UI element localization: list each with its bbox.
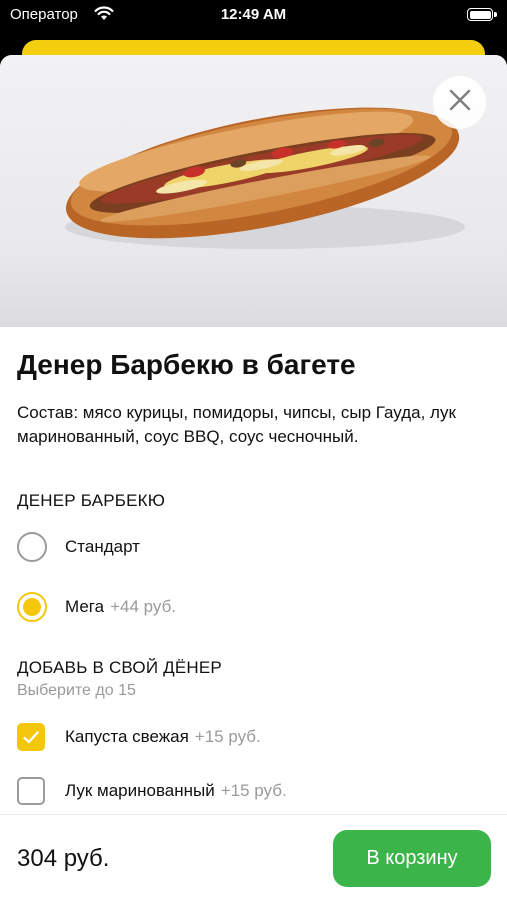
size-option-standard[interactable]: Стандарт	[17, 531, 140, 563]
addons-section-subtitle: Выберите до 15	[17, 682, 136, 699]
battery-icon	[467, 8, 497, 21]
option-label: Стандарт	[65, 537, 140, 556]
option-price: +15 руб.	[194, 727, 261, 746]
addons-section-title: ДОБАВЬ В СВОЙ ДЁНЕР	[17, 658, 222, 677]
radio-button-selected[interactable]	[17, 592, 47, 622]
addon-option-onion[interactable]: Лук маринованный +15 руб.	[17, 775, 287, 807]
total-price: 304 руб.	[17, 845, 110, 872]
option-price: +44 руб.	[110, 597, 177, 616]
product-sheet: Денер Барбекю в багете Состав: мясо кури…	[0, 55, 507, 900]
option-label: Капуста свежая	[65, 727, 189, 746]
close-button[interactable]	[433, 76, 486, 129]
option-price: +15 руб.	[220, 781, 287, 800]
checkmark-icon	[23, 730, 39, 743]
option-label: Лук маринованный	[65, 781, 215, 800]
checkbox-checked[interactable]	[17, 723, 45, 751]
bottom-bar: 304 руб. В корзину	[0, 814, 507, 900]
product-image	[0, 55, 507, 327]
close-icon	[449, 89, 471, 116]
product-description: Состав: мясо курицы, помидоры, чипсы, сы…	[17, 403, 456, 446]
status-bar: Оператор 12:49 AM	[0, 0, 507, 32]
option-label: Мега	[65, 597, 105, 616]
size-option-mega[interactable]: Мега +44 руб.	[17, 591, 176, 623]
radio-button[interactable]	[17, 532, 47, 562]
addon-option-cabbage[interactable]: Капуста свежая +15 руб.	[17, 721, 261, 753]
add-to-cart-button[interactable]: В корзину	[333, 830, 491, 887]
status-time: 12:49 AM	[220, 6, 287, 23]
product-title: Денер Барбекю в багете	[17, 349, 356, 380]
size-section-title: ДЕНЕР БАРБЕКЮ	[17, 491, 166, 510]
checkbox[interactable]	[17, 777, 45, 805]
